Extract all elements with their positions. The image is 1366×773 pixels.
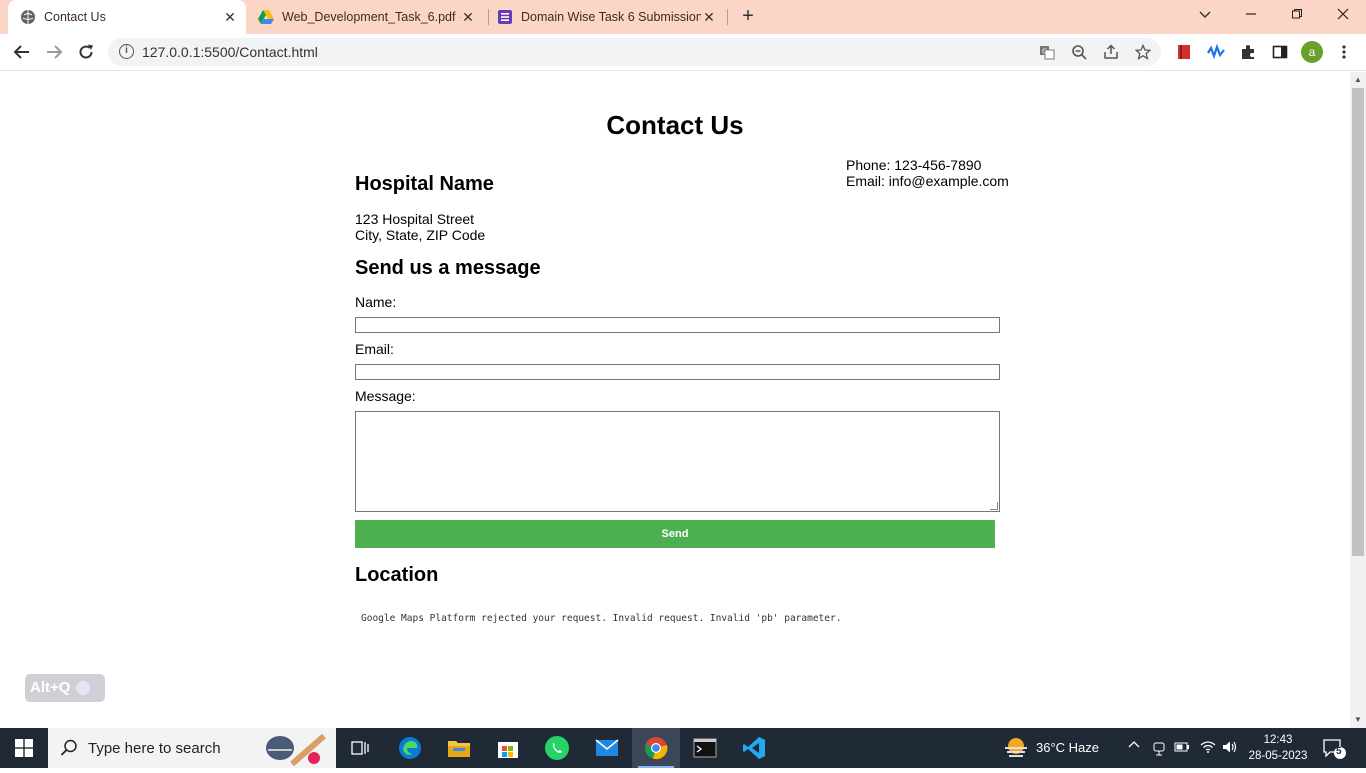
- google-forms-icon: [497, 9, 513, 25]
- address-line-2: City, State, ZIP Code: [355, 227, 486, 243]
- show-hidden-icons-chevron[interactable]: [1128, 738, 1140, 754]
- alt-q-label: Alt+Q: [30, 679, 71, 696]
- volume-icon[interactable]: [1222, 740, 1238, 757]
- email-text: Email: info@example.com: [846, 173, 1009, 189]
- name-label: Name:: [355, 294, 397, 310]
- taskbar-search-box[interactable]: Type here to search: [48, 728, 336, 768]
- cricket-helmet-icon: [262, 730, 328, 773]
- name-input[interactable]: [355, 317, 1000, 333]
- hospital-address: 123 Hospital Street City, State, ZIP Cod…: [355, 211, 485, 243]
- address-line-1: 123 Hospital Street: [355, 211, 475, 227]
- menu-kebab-icon[interactable]: [1334, 42, 1354, 62]
- page-title: Contact Us: [606, 110, 744, 140]
- profile-avatar[interactable]: a: [1301, 41, 1323, 63]
- share-icon[interactable]: [1102, 43, 1120, 61]
- terminal-icon[interactable]: [681, 728, 729, 768]
- site-info-icon[interactable]: i: [119, 44, 134, 59]
- browser-toolbar: i 127.0.0.1:5500/Contact.html G a: [0, 34, 1366, 71]
- back-arrow-icon[interactable]: [8, 38, 36, 66]
- tab-divider: [727, 9, 728, 25]
- close-tab-icon[interactable]: ✕: [701, 9, 717, 26]
- minimize-icon[interactable]: [1228, 0, 1274, 30]
- send-button[interactable]: Send: [355, 520, 995, 548]
- tab-search-chevron-icon[interactable]: [1182, 0, 1228, 30]
- system-clock[interactable]: 12:43 28-05-2023: [1248, 732, 1308, 764]
- meet-now-icon[interactable]: [1152, 740, 1166, 759]
- location-heading: Location: [355, 564, 439, 586]
- clock-date: 28-05-2023: [1248, 750, 1308, 762]
- notification-count-badge: 5: [1336, 746, 1342, 757]
- tab-title: Domain Wise Task 6 Submission: [521, 10, 701, 24]
- close-tab-icon[interactable]: ✕: [222, 9, 238, 26]
- extensions-puzzle-icon[interactable]: [1238, 42, 1258, 62]
- zoom-icon[interactable]: [1070, 43, 1088, 61]
- mail-icon[interactable]: [583, 728, 631, 768]
- tab-strip: Contact Us ✕ Web_Development_Task_6.pdf …: [0, 0, 1366, 34]
- scroll-up-arrow-icon[interactable]: ▲: [1354, 75, 1362, 84]
- wifi-icon[interactable]: [1200, 740, 1216, 757]
- google-drive-icon: [258, 9, 274, 25]
- translate-icon[interactable]: G: [1038, 43, 1056, 61]
- windows-taskbar: Type here to search 36°C Haze 12:43 28-0…: [0, 728, 1366, 768]
- reload-icon[interactable]: [72, 38, 100, 66]
- edge-icon[interactable]: [386, 728, 434, 768]
- page-viewport: Contact Us Phone: 123-456-7890 Email: in…: [0, 72, 1350, 728]
- message-textarea[interactable]: [355, 411, 1000, 512]
- file-explorer-icon[interactable]: [435, 728, 483, 768]
- send-message-heading: Send us a message: [355, 257, 541, 279]
- tab-web-development-pdf[interactable]: Web_Development_Task_6.pdf - G ✕: [250, 0, 484, 34]
- windows-start-icon[interactable]: [0, 728, 48, 768]
- restore-icon[interactable]: [1274, 0, 1320, 30]
- svg-text:G: G: [1042, 48, 1047, 56]
- book-extension-icon[interactable]: [1174, 42, 1194, 62]
- chrome-taskbar-icon[interactable]: [632, 728, 680, 768]
- message-label: Message:: [355, 388, 416, 404]
- tab-title: Contact Us: [44, 10, 106, 24]
- address-bar[interactable]: i 127.0.0.1:5500/Contact.html G: [108, 38, 1161, 66]
- contact-info: Phone: 123-456-7890 Email: info@example.…: [846, 157, 1009, 189]
- globe-icon: [20, 9, 36, 25]
- email-input[interactable]: [355, 364, 1000, 380]
- url-text: 127.0.0.1:5500/Contact.html: [142, 44, 318, 60]
- vscode-icon[interactable]: [730, 728, 778, 768]
- close-tab-icon[interactable]: ✕: [460, 9, 476, 26]
- tab-contact-us[interactable]: Contact Us ✕: [8, 0, 246, 34]
- search-placeholder: Type here to search: [88, 740, 221, 757]
- clock-time: 12:43: [1263, 734, 1293, 746]
- alt-q-widget[interactable]: Alt+Q: [25, 674, 105, 702]
- close-window-icon[interactable]: [1320, 0, 1366, 30]
- wave-extension-icon[interactable]: [1206, 42, 1226, 62]
- phone-text: Phone: 123-456-7890: [846, 157, 982, 173]
- search-icon: [60, 739, 78, 762]
- scroll-down-arrow-icon[interactable]: ▼: [1354, 715, 1362, 724]
- new-tab-plus-icon[interactable]: +: [737, 6, 759, 28]
- tab-domain-wise-task[interactable]: Domain Wise Task 6 Submission ✕: [489, 0, 725, 34]
- battery-icon[interactable]: [1174, 741, 1190, 756]
- whatsapp-icon[interactable]: [533, 728, 581, 768]
- forward-arrow-icon[interactable]: [40, 38, 68, 66]
- notification-center-icon[interactable]: [1322, 738, 1346, 765]
- tab-title: Web_Development_Task_6.pdf - G: [282, 10, 460, 24]
- alt-q-dot-icon: [76, 681, 91, 696]
- weather-text[interactable]: 36°C Haze: [1036, 740, 1099, 755]
- resize-grip-icon[interactable]: [990, 502, 998, 510]
- email-label: Email:: [355, 341, 394, 357]
- hospital-name-heading: Hospital Name: [355, 173, 494, 195]
- weather-haze-icon: [1003, 736, 1029, 765]
- task-view-icon[interactable]: [336, 728, 384, 768]
- side-panel-icon[interactable]: [1270, 42, 1290, 62]
- map-error-message: Google Maps Platform rejected your reque…: [361, 613, 842, 624]
- bookmark-star-icon[interactable]: [1134, 43, 1152, 61]
- scrollbar-thumb[interactable]: [1352, 88, 1364, 556]
- microsoft-store-icon[interactable]: [484, 728, 532, 768]
- page-scrollbar[interactable]: ▲ ▼: [1350, 72, 1366, 728]
